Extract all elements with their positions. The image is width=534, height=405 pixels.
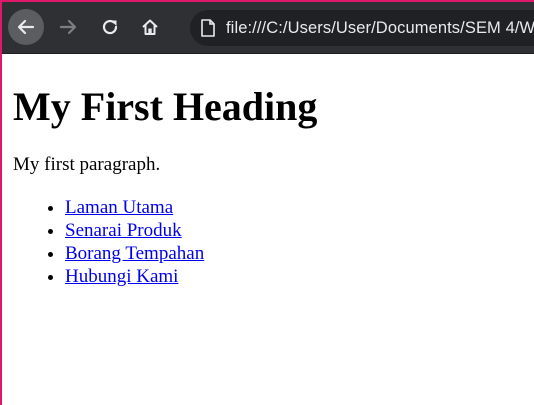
address-bar[interactable]: file:///C:/Users/User/Documents/SEM 4/W — [190, 10, 534, 46]
page-heading: My First Heading — [13, 84, 318, 129]
home-button[interactable] — [132, 9, 168, 45]
link-borang-tempahan[interactable]: Borang Tempahan — [65, 243, 204, 264]
link-laman-utama[interactable]: Laman Utama — [65, 197, 173, 218]
browser-toolbar: file:///C:/Users/User/Documents/SEM 4/W — [2, 2, 534, 54]
reload-button[interactable] — [92, 9, 128, 45]
reload-icon — [102, 19, 118, 35]
page-icon — [200, 18, 216, 38]
nav-link-list: Laman Utama Senarai Produk Borang Tempah… — [13, 196, 534, 288]
home-icon — [142, 19, 158, 35]
link-senarai-produk[interactable]: Senarai Produk — [65, 220, 182, 241]
link-hubungi-kami[interactable]: Hubungi Kami — [65, 266, 178, 287]
browser-window: file:///C:/Users/User/Documents/SEM 4/W … — [0, 0, 534, 405]
forward-button[interactable] — [50, 9, 86, 45]
back-arrow-icon — [17, 19, 35, 35]
forward-arrow-icon — [59, 19, 77, 35]
page-paragraph: My first paragraph. — [13, 154, 161, 175]
back-button[interactable] — [8, 9, 44, 45]
list-item: Laman Utama — [65, 196, 534, 219]
list-item: Borang Tempahan — [65, 242, 534, 265]
page-content: My First Heading My first paragraph. Lam… — [13, 54, 534, 405]
list-item: Hubungi Kami — [65, 265, 534, 288]
address-bar-url: file:///C:/Users/User/Documents/SEM 4/W — [226, 18, 534, 37]
list-item: Senarai Produk — [65, 219, 534, 242]
